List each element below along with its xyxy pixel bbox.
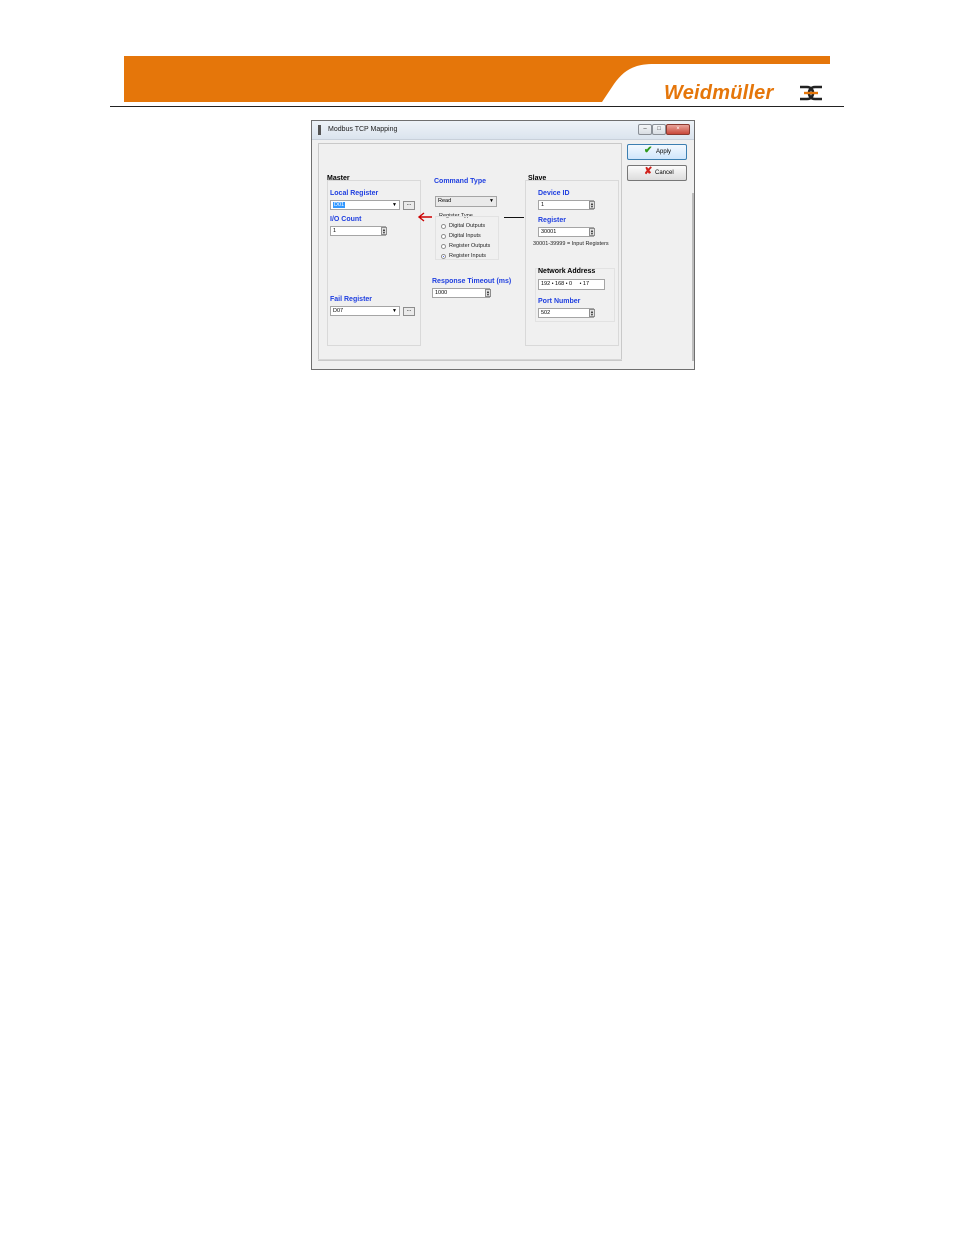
ip-address-input[interactable]: 192 • 168 • 0 • 17 [538, 279, 605, 290]
minimize-button[interactable]: – [638, 124, 652, 135]
chevron-down-icon: ▼ [489, 198, 494, 204]
ip-octet-1: 192 [541, 281, 551, 287]
radio-digital-inputs-label: Digital Inputs [449, 233, 481, 239]
response-timeout-label: Response Timeout (ms) [432, 278, 512, 285]
brand-mark-icon [800, 85, 822, 101]
device-id-label: Device ID [538, 190, 570, 197]
device-id-stepper[interactable]: ▲ ▼ [589, 201, 595, 209]
io-count-label: I/O Count [330, 216, 362, 223]
close-button[interactable]: × [666, 124, 690, 135]
register-range-hint: 30001-39999 = Input Registers [533, 241, 609, 247]
local-register-label: Local Register [330, 190, 379, 197]
ip-octet-2: 168 [555, 281, 565, 287]
fail-register-label: Fail Register [330, 296, 373, 303]
window-title: Modbus TCP Mapping [328, 126, 398, 133]
radio-digital-outputs[interactable] [441, 224, 446, 229]
window-titlebar[interactable]: Modbus TCP Mapping – □ × [312, 121, 694, 140]
device-id-input[interactable]: 1 [538, 200, 594, 210]
header-divider [110, 106, 844, 107]
fail-register-browse-button[interactable]: ... [403, 307, 415, 316]
io-count-stepper[interactable]: ▲ ▼ [381, 227, 387, 235]
slave-register-value: 30001 [541, 229, 557, 235]
cancel-button[interactable]: ✘ Cancel [627, 165, 687, 181]
app-icon [318, 125, 321, 135]
port-number-value: 502 [541, 310, 551, 316]
response-timeout-input[interactable]: 1000 [432, 288, 490, 298]
close-icon: ✘ [644, 166, 653, 177]
maximize-button[interactable]: □ [652, 124, 666, 135]
slave-register-input[interactable]: 30001 [538, 227, 594, 237]
slave-register-label: Register [538, 217, 567, 224]
response-timeout-stepper[interactable]: ▲ ▼ [485, 289, 491, 297]
device-id-value: 1 [541, 202, 545, 208]
modbus-mapping-window: Modbus TCP Mapping – □ × Master Local Re… [311, 120, 695, 370]
radio-register-outputs-label: Register Outputs [449, 243, 491, 249]
radio-register-outputs[interactable] [441, 244, 446, 249]
chevron-down-icon: ▼ [392, 308, 397, 314]
apply-button[interactable]: ✔ Apply [627, 144, 687, 160]
local-register-browse-button[interactable]: ... [403, 201, 415, 210]
radio-digital-outputs-label: Digital Outputs [449, 223, 486, 229]
port-number-input[interactable]: 502 [538, 308, 594, 318]
mapping-panel: Master Local Register D01 ▼ ... I/O Coun… [318, 143, 622, 361]
command-type-value: Read [438, 198, 452, 204]
scrollbar[interactable] [692, 193, 694, 361]
radio-register-inputs[interactable] [441, 254, 446, 259]
io-count-input[interactable]: 1 [330, 226, 386, 236]
connector-line [504, 217, 524, 218]
chevron-down-icon: ▼ [392, 202, 397, 208]
ip-octet-4: 17 [582, 281, 590, 287]
response-timeout-value: 1000 [435, 290, 448, 296]
slave-register-stepper[interactable]: ▲ ▼ [589, 228, 595, 236]
command-type-label: Command Type [434, 178, 486, 185]
command-type-select[interactable]: Read ▼ [435, 196, 497, 207]
checkmark-icon: ✔ [644, 145, 653, 156]
ip-octet-3: 0 [569, 281, 573, 287]
arrow-left-icon [417, 212, 432, 222]
network-address-label: Network Address [538, 268, 596, 275]
cancel-label: Cancel [655, 170, 674, 176]
apply-label: Apply [656, 149, 672, 155]
port-number-label: Port Number [538, 298, 581, 305]
local-register-value: D01 [333, 202, 346, 208]
fail-register-select[interactable]: D07 ▼ [330, 306, 400, 316]
fail-register-value: D07 [333, 308, 344, 314]
io-count-value: 1 [333, 228, 337, 234]
brand-logo: Weidmüller [664, 82, 774, 104]
radio-digital-inputs[interactable] [441, 234, 446, 239]
panel-bottom-strip [318, 359, 622, 363]
radio-register-inputs-label: Register Inputs [449, 253, 486, 259]
port-number-stepper[interactable]: ▲ ▼ [589, 309, 595, 317]
local-register-select[interactable]: D01 ▼ [330, 200, 400, 210]
